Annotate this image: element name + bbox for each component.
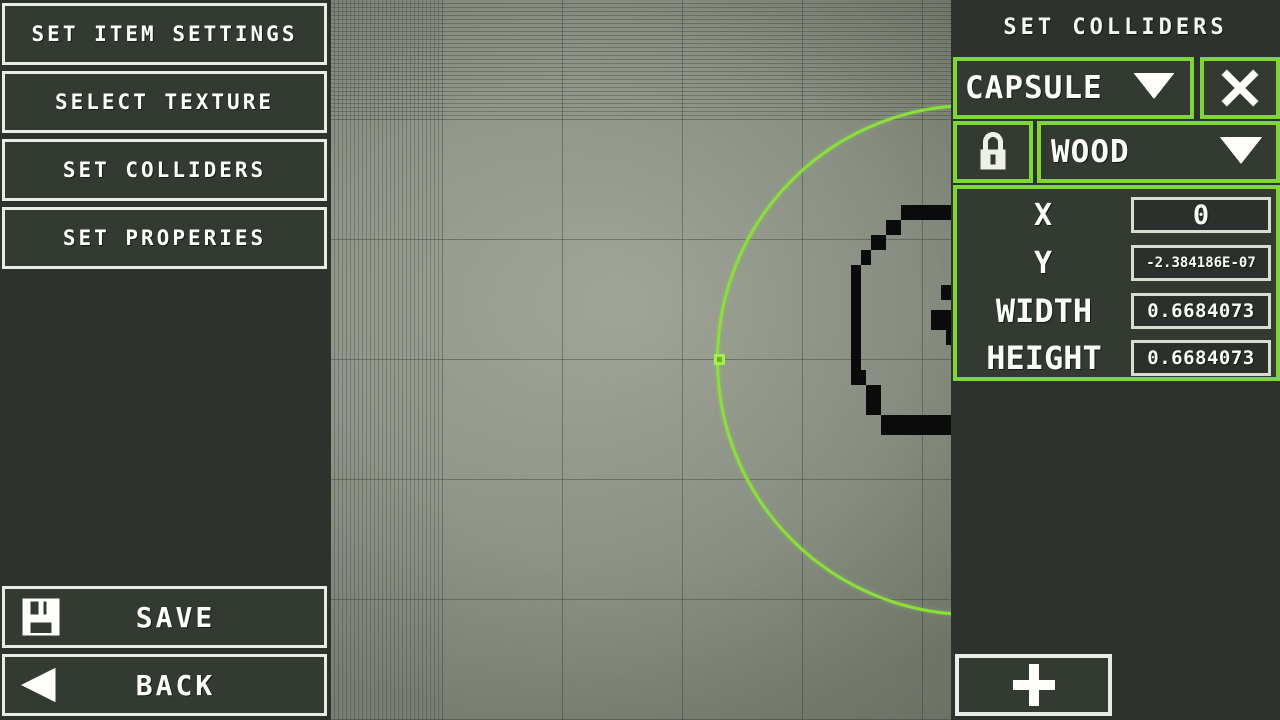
sidebar-item-set-colliders[interactable]: SET COLLIDERS bbox=[2, 139, 327, 201]
close-x-icon bbox=[1221, 69, 1259, 107]
left-triangle-icon bbox=[5, 664, 77, 706]
field-input-height[interactable]: 0.6684073 bbox=[1131, 340, 1271, 376]
sidebar-item-label: SET PROPERIES bbox=[62, 226, 267, 250]
chevron-down-icon bbox=[1132, 73, 1176, 103]
field-label-width: WIDTH bbox=[995, 292, 1093, 330]
save-label: SAVE bbox=[135, 600, 216, 634]
delete-collider-button[interactable] bbox=[1200, 57, 1280, 119]
field-input-x[interactable]: 0 bbox=[1131, 197, 1271, 233]
sidebar-item-label: SELECT TEXTURE bbox=[54, 90, 274, 114]
plus-icon bbox=[1012, 664, 1055, 706]
collider-material-value: WOOD bbox=[1051, 134, 1130, 170]
collider-shape-row: CAPSULE bbox=[953, 57, 1280, 119]
save-button[interactable]: SAVE bbox=[2, 586, 327, 648]
field-row-x: X 0 bbox=[957, 191, 1276, 239]
back-label: BACK bbox=[135, 668, 216, 702]
collider-handle-left[interactable] bbox=[714, 354, 725, 365]
lock-toggle-button[interactable] bbox=[953, 121, 1033, 183]
field-label-x: X bbox=[1033, 197, 1055, 233]
field-label-height: HEIGHT bbox=[986, 339, 1102, 377]
collider-properties-panel: SET COLLIDERS CAPSULE WOOD X 0 Y -2.3841… bbox=[951, 0, 1280, 720]
collider-material-row: WOOD bbox=[953, 121, 1280, 183]
sidebar-item-label: SET ITEM SETTINGS bbox=[31, 22, 298, 46]
panel-title: SET COLLIDERS bbox=[1003, 14, 1228, 40]
add-collider-button[interactable] bbox=[955, 654, 1112, 716]
sidebar-item-select-texture[interactable]: SELECT TEXTURE bbox=[2, 71, 327, 133]
collider-transform-fields: X 0 Y -2.384186E-07 WIDTH 0.6684073 HEIG… bbox=[953, 185, 1280, 381]
field-input-width[interactable]: 0.6684073 bbox=[1131, 293, 1271, 329]
field-row-height: HEIGHT 0.6684073 bbox=[957, 335, 1276, 381]
field-label-y: Y bbox=[1033, 245, 1055, 281]
sidebar-item-set-item-settings[interactable]: SET ITEM SETTINGS bbox=[2, 3, 327, 65]
field-input-y[interactable]: -2.384186E-07 bbox=[1131, 245, 1271, 281]
field-row-y: Y -2.384186E-07 bbox=[957, 239, 1276, 287]
collider-shape-dropdown[interactable]: CAPSULE bbox=[953, 57, 1194, 119]
collider-material-dropdown[interactable]: WOOD bbox=[1037, 121, 1280, 183]
lock-closed-icon bbox=[980, 132, 1006, 170]
back-button[interactable]: BACK bbox=[2, 654, 327, 716]
collider-shape-value: CAPSULE bbox=[965, 70, 1103, 106]
collider-editor-screen: SET ITEM SETTINGS SELECT TEXTURE SET COL… bbox=[0, 0, 1280, 720]
field-row-width: WIDTH 0.6684073 bbox=[957, 287, 1276, 335]
sidebar-item-label: SET COLLIDERS bbox=[62, 158, 267, 182]
chevron-down-icon bbox=[1218, 136, 1264, 168]
editor-canvas[interactable] bbox=[331, 0, 951, 720]
sidebar-item-set-properies[interactable]: SET PROPERIES bbox=[2, 207, 327, 269]
floppy-disk-icon bbox=[5, 596, 77, 638]
left-menu-panel: SET ITEM SETTINGS SELECT TEXTURE SET COL… bbox=[0, 0, 331, 720]
